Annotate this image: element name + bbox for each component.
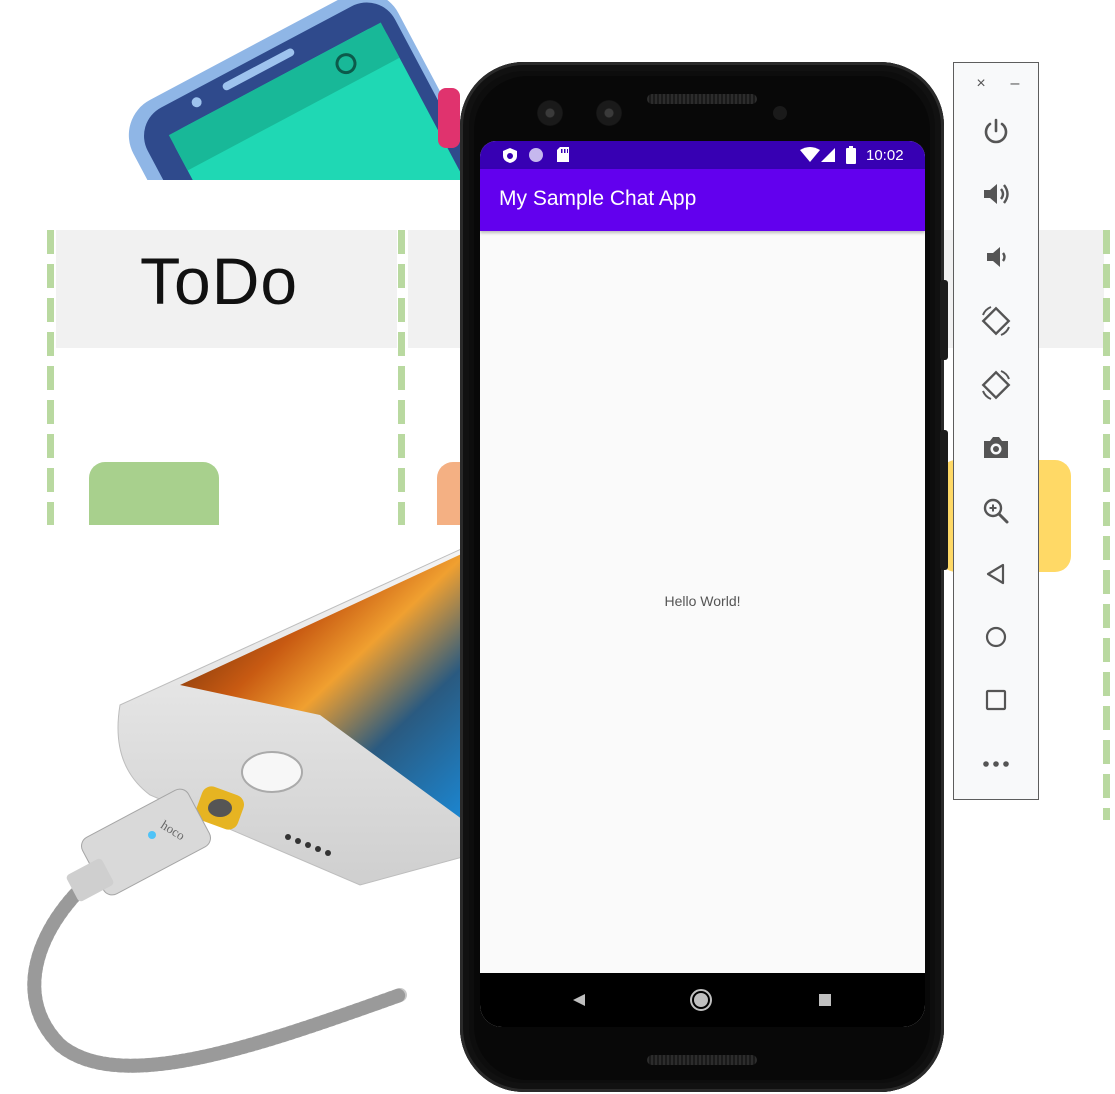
nav-back-icon[interactable] [572, 993, 586, 1007]
power-button[interactable] [976, 111, 1016, 151]
background-iphone-photo: hoco [0, 525, 470, 1094]
kanban-divider [47, 230, 54, 525]
zoom-button[interactable] [976, 491, 1016, 531]
device-front-camera [596, 100, 622, 126]
more-icon [983, 761, 1009, 767]
close-icon[interactable]: × [972, 75, 990, 93]
app-title: My Sample Chat App [499, 187, 697, 210]
app-bar: My Sample Chat App [480, 169, 925, 231]
volume-down-button[interactable] [976, 237, 1016, 277]
circle-notification-icon [529, 148, 543, 162]
device-power-key[interactable] [940, 280, 948, 360]
device-sensor [773, 106, 787, 120]
nav-overview-icon[interactable] [818, 993, 832, 1007]
device-top-speaker [647, 94, 757, 104]
screenshot-button[interactable] [976, 427, 1016, 467]
device-front-camera [537, 100, 563, 126]
hello-text: Hello World! [664, 593, 741, 609]
rotate-right-icon [981, 370, 1011, 400]
device-screen[interactable]: 10:02 My Sample Chat App Hello World! [480, 141, 925, 1027]
device-volume-keys[interactable] [940, 430, 948, 570]
volume-up-button[interactable] [976, 174, 1016, 214]
wifi-icon [800, 147, 820, 162]
battery-icon [846, 146, 856, 164]
more-button[interactable] [976, 744, 1016, 784]
cell-signal-icon [821, 148, 835, 162]
nav-home-icon[interactable] [690, 989, 712, 1011]
camera-icon [984, 437, 1008, 458]
kanban-divider [398, 230, 405, 525]
rotate-left-icon [981, 306, 1011, 336]
shield-icon [503, 148, 517, 163]
emulator-toolbar: × – [953, 62, 1039, 800]
home-button[interactable] [976, 617, 1016, 657]
sd-card-icon [557, 147, 569, 162]
navigation-bar [480, 973, 925, 1027]
back-icon [986, 563, 1005, 585]
rotate-right-button[interactable] [976, 365, 1016, 405]
background-phone-illustration [120, 0, 460, 180]
rotate-left-button[interactable] [976, 301, 1016, 341]
status-bar: 10:02 [480, 141, 925, 169]
overview-button[interactable] [976, 680, 1016, 720]
minimize-icon[interactable]: – [1006, 75, 1024, 93]
kanban-column-header [408, 230, 468, 348]
overview-icon [985, 689, 1007, 711]
volume-down-icon [987, 247, 1006, 267]
kanban-divider [1103, 230, 1110, 820]
status-time: 10:02 [866, 147, 904, 164]
power-icon [984, 118, 1008, 144]
back-button[interactable] [976, 554, 1016, 594]
home-icon [985, 626, 1007, 648]
kanban-column-title: ToDo [140, 244, 299, 318]
zoom-icon [983, 498, 1009, 524]
device-bottom-speaker [647, 1055, 757, 1065]
volume-up-icon [984, 184, 1009, 204]
